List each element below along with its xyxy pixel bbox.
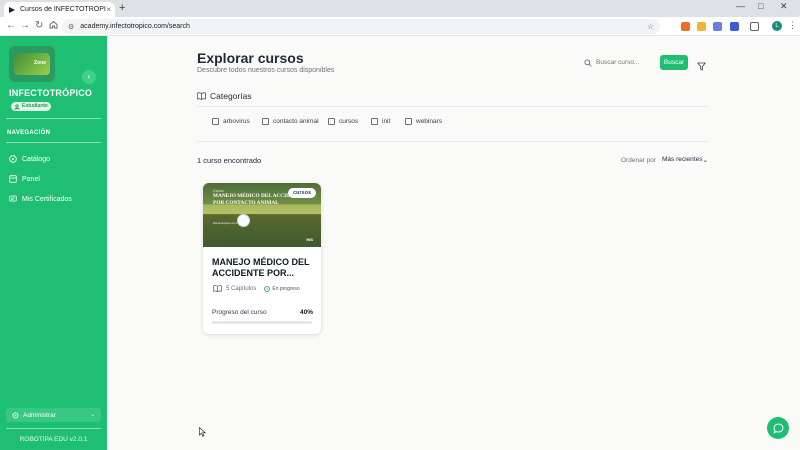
category-chip[interactable]: contacto animal [262,116,319,126]
close-window-button[interactable]: ✕ [780,1,788,12]
favicon-icon [8,6,16,14]
checkbox-icon [405,117,412,125]
mouse-cursor-icon [199,424,206,442]
home-icon[interactable] [49,20,58,33]
logo-image: Zone [14,53,50,75]
search-input[interactable] [596,59,652,66]
chevron-down-icon: ⌄ [702,156,708,164]
filter-icon[interactable] [696,58,707,76]
divider [197,106,709,107]
category-chip[interactable]: init [371,116,390,126]
sidebar: Zone ‹ INFECTOTRÓPICO Estudiante NAVEGAC… [0,36,107,450]
new-tab-button[interactable]: + [119,2,125,15]
category-chip[interactable]: arbovirus [212,116,250,126]
bookmark-star-icon[interactable]: ☆ [647,22,654,31]
progress-label: Progreso del curso [212,309,267,316]
panel-icon [9,175,17,183]
admin-settings-icon [12,412,19,418]
certificate-icon [9,195,17,203]
categories-heading: Categorías [197,91,252,101]
clock-icon [264,285,271,292]
sidebar-item-label: Mis Certificados [22,195,72,203]
browser-toolbar: ← → ↻ ⚙ academy.infectotropico.com/searc… [0,17,800,36]
progress-bar [212,321,312,324]
extension-honey-icon[interactable] [697,22,706,31]
brand-name: INFECTOTRÓPICO [9,88,93,98]
browser-tab-bar: Cursos de INFECTOTRÓPICO × + — □ ✕ [0,0,800,17]
chapter-count: 5 Capítulos [226,285,257,292]
forward-icon[interactable]: → [20,20,30,32]
course-card[interactable]: Curso MANEJO MÉDICO DEL ACCIDENTE POR CO… [203,183,321,334]
chevron-down-icon: ⌄ [90,412,95,418]
category-chip[interactable]: webinars [405,116,442,126]
search-icon [584,58,592,67]
extension-cloud-icon[interactable] [713,22,722,31]
sidebar-item-catalogo[interactable]: Catálogo [9,154,50,164]
divider [197,141,709,142]
order-label: Ordenar por [621,157,657,164]
sidebar-item-label: Catálogo [22,155,51,163]
site-info-icon[interactable]: ⚙ [68,23,74,31]
checkbox-icon [371,117,378,125]
progress-value: 40% [300,309,314,316]
extension-blue-icon[interactable] [730,22,739,31]
progress-bar-fill [212,321,252,324]
results-count: 1 curso encontrado [197,156,262,165]
browser-tab[interactable]: Cursos de INFECTOTRÓPICO × [4,2,115,17]
sidebar-divider [6,118,101,119]
logo[interactable]: Zone [9,46,55,82]
search-field[interactable] [584,55,656,70]
course-meta: 5 Capítulos En progreso [213,285,300,292]
sidebar-item-panel[interactable]: Panel [9,174,40,184]
checkbox-icon [212,117,219,125]
category-chip[interactable]: cursos [328,116,358,126]
extension-fox-icon[interactable] [681,22,690,31]
chat-button[interactable] [767,417,789,439]
search-button[interactable]: Buscar [660,55,688,70]
user-icon [14,103,20,110]
address-bar[interactable]: ⚙ academy.infectotropico.com/search ☆ [62,19,660,34]
sidebar-item-label: Panel [22,175,40,183]
back-icon[interactable]: ← [6,20,16,32]
compass-icon [9,155,17,163]
admin-dropdown[interactable]: Administrar ⌄ [6,408,101,422]
order-select[interactable]: Más recientes ⌄ [660,153,710,166]
browser-menu-icon[interactable]: ⋮ [788,20,797,31]
admin-label: Administrar [23,411,56,419]
url-text: academy.infectotropico.com/search [80,23,190,30]
page-subtitle: Descubre todos nuestros cursos disponibl… [197,67,335,74]
book-open-icon [197,92,206,100]
extensions-puzzle-icon[interactable] [750,22,759,31]
tab-close-icon[interactable]: × [106,5,111,14]
course-title[interactable]: MANEJO MÉDICO DEL ACCIDENTE POR... [212,257,312,279]
maximize-button[interactable]: □ [758,1,763,11]
checkbox-icon [328,117,335,125]
role-badge: Estudiante [11,102,51,111]
nav-heading: NAVEGACIÓN [7,130,51,136]
sidebar-divider [6,428,101,429]
category-badge: cursos [288,188,317,198]
collapse-sidebar-button[interactable]: ‹ [82,70,96,84]
sidebar-item-certificados[interactable]: Mis Certificados [9,194,72,204]
version-label: ROBOTIPA EDU v2.0.1 [19,436,88,443]
chat-bubble-icon [772,422,784,434]
sidebar-divider [6,142,101,143]
reload-icon[interactable]: ↻ [35,20,43,32]
page-title: Explorar cursos [197,50,304,66]
tab-title: Cursos de INFECTOTRÓPICO [20,6,106,13]
book-icon [213,285,222,292]
checkbox-icon [262,117,269,125]
status-badge: En progreso [264,285,300,292]
profile-avatar[interactable]: L [772,21,782,31]
minimize-button[interactable]: — [736,1,745,11]
